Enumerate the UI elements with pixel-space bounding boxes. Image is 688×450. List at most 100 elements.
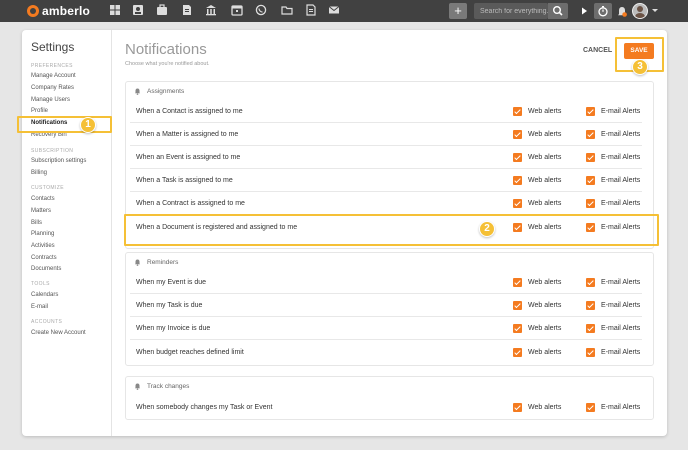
notification-row: When a Contact is assigned to me Web ale… [130, 100, 642, 123]
cancel-button[interactable]: CANCEL [583, 47, 612, 54]
web-alerts-label: Web alerts [528, 404, 562, 411]
sidebar-item-bills[interactable]: Bills [31, 220, 42, 226]
email-alerts-label: E-mail Alerts [601, 108, 641, 115]
email-alerts-checkbox[interactable] [586, 278, 595, 287]
web-alerts-checkbox[interactable] [513, 130, 522, 139]
start-timer-button[interactable] [575, 3, 593, 19]
calendar-icon[interactable] [230, 4, 244, 18]
sidebar-item-profile[interactable]: Profile [31, 108, 48, 114]
web-alerts-checkbox[interactable] [513, 107, 522, 116]
web-alerts-label: Web alerts [528, 279, 562, 286]
bills-icon[interactable] [204, 4, 218, 18]
email-alerts-checkbox[interactable] [586, 176, 595, 185]
sidebar-item-planning[interactable]: Planning [31, 231, 54, 237]
sidebar-item-documents[interactable]: Documents [31, 266, 61, 272]
highlight-document-row [124, 214, 659, 246]
sidebar-item-create-new-account[interactable]: Create New Account [31, 330, 86, 336]
dashboard-icon[interactable] [108, 4, 122, 18]
notification-row-label: When my Task is due [136, 302, 203, 309]
sidebar-section-subscription: SUBSCRIPTION [31, 148, 74, 154]
sidebar-item-calendars[interactable]: Calendars [31, 292, 58, 298]
web-alerts-checkbox[interactable] [513, 153, 522, 162]
email-alerts-checkbox[interactable] [586, 403, 595, 412]
email-alerts-checkbox[interactable] [586, 301, 595, 310]
sidebar-item-contacts[interactable]: Contacts [31, 196, 55, 202]
sidebar-item-company-rates[interactable]: Company Rates [31, 85, 74, 91]
search-button[interactable] [548, 3, 568, 19]
email-alerts-checkbox[interactable] [586, 153, 595, 162]
notification-row: When a Task is assigned to me Web alerts… [130, 169, 642, 192]
brand-name: amberlo [42, 4, 91, 18]
sidebar-item-billing[interactable]: Billing [31, 170, 47, 176]
web-alerts-label: Web alerts [528, 108, 562, 115]
sidebar-item-activities[interactable]: Activities [31, 243, 55, 249]
folder-icon[interactable] [280, 4, 294, 18]
web-alerts-checkbox[interactable] [513, 301, 522, 310]
notification-row: When a Matter is assigned to me Web aler… [130, 123, 642, 146]
documents-icon[interactable] [180, 4, 194, 18]
notification-row: When a Contract is assigned to me Web al… [130, 192, 642, 215]
notification-row: When an Event is assigned to me Web aler… [130, 146, 642, 169]
web-alerts-checkbox[interactable] [513, 176, 522, 185]
contacts-icon[interactable] [131, 4, 145, 18]
global-search-input[interactable] [474, 3, 548, 19]
step-badge-1: 1 [80, 117, 96, 133]
add-new-button[interactable]: + [449, 3, 467, 19]
notifications-bell[interactable] [617, 5, 627, 17]
reminders-panel: Reminders When my Event is due Web alert… [125, 252, 654, 366]
phone-icon[interactable] [254, 4, 268, 18]
notification-row-label: When an Event is assigned to me [136, 154, 241, 161]
top-navigation-bar: amberlo + [0, 0, 688, 22]
notification-row: When budget reaches defined limit Web al… [130, 341, 642, 364]
highlight-notifications-item [17, 116, 112, 133]
web-alerts-label: Web alerts [528, 200, 562, 207]
settings-sidebar: Settings PREFERENCES Manage Account Comp… [22, 30, 112, 436]
web-alerts-label: Web alerts [528, 325, 562, 332]
notes-icon[interactable] [304, 4, 318, 18]
email-alerts-label: E-mail Alerts [601, 131, 641, 138]
chevron-down-icon[interactable] [652, 9, 658, 12]
notification-row-label: When a Matter is assigned to me [136, 131, 239, 138]
user-avatar[interactable] [632, 3, 648, 19]
notification-row: When my Task is due Web alerts E-mail Al… [130, 294, 642, 317]
track-changes-panel: Track changes When somebody changes my T… [125, 376, 654, 420]
email-alerts-checkbox[interactable] [586, 107, 595, 116]
web-alerts-checkbox[interactable] [513, 324, 522, 333]
notification-row-label: When my Event is due [136, 279, 207, 286]
sidebar-item-contracts[interactable]: Contracts [31, 255, 57, 261]
sidebar-section-tools: TOOLS [31, 281, 50, 287]
web-alerts-checkbox[interactable] [513, 278, 522, 287]
notification-row-label: When somebody changes my Task or Event [136, 404, 273, 411]
bell-icon [134, 259, 141, 266]
notification-row-label: When a Contact is assigned to me [136, 108, 243, 115]
panel-title: Reminders [147, 259, 179, 266]
web-alerts-checkbox[interactable] [513, 199, 522, 208]
bell-icon [134, 383, 141, 390]
sidebar-item-manage-account[interactable]: Manage Account [31, 73, 76, 79]
step-badge-3: 3 [632, 59, 648, 75]
email-alerts-checkbox[interactable] [586, 199, 595, 208]
email-alerts-label: E-mail Alerts [601, 404, 641, 411]
timer-button[interactable] [594, 3, 612, 19]
email-alerts-checkbox[interactable] [586, 348, 595, 357]
notification-row-label: When a Contract is assigned to me [136, 200, 245, 207]
notification-row: When my Event is due Web alerts E-mail A… [130, 271, 642, 294]
web-alerts-checkbox[interactable] [513, 348, 522, 357]
web-alerts-label: Web alerts [528, 131, 562, 138]
matters-icon[interactable] [155, 4, 169, 18]
sidebar-item-manage-users[interactable]: Manage Users [31, 97, 70, 103]
amberlo-logo[interactable]: amberlo [27, 4, 90, 18]
sidebar-item-email[interactable]: E-mail [31, 304, 48, 310]
notification-row: When my Invoice is due Web alerts E-mail… [130, 317, 642, 340]
email-alerts-label: E-mail Alerts [601, 349, 641, 356]
email-alerts-checkbox[interactable] [586, 130, 595, 139]
email-alerts-label: E-mail Alerts [601, 279, 641, 286]
email-icon[interactable] [327, 4, 341, 18]
web-alerts-checkbox[interactable] [513, 403, 522, 412]
bell-icon [134, 88, 141, 95]
sidebar-item-subscription-settings[interactable]: Subscription settings [31, 158, 86, 164]
email-alerts-checkbox[interactable] [586, 324, 595, 333]
web-alerts-label: Web alerts [528, 177, 562, 184]
email-alerts-label: E-mail Alerts [601, 177, 641, 184]
sidebar-item-matters[interactable]: Matters [31, 208, 51, 214]
